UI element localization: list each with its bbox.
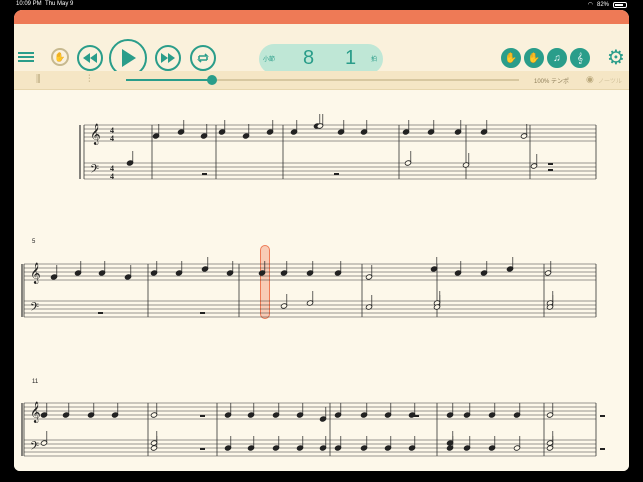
treble-clef: 𝄞 — [30, 402, 41, 423]
rest — [200, 448, 205, 450]
rewind-button[interactable] — [77, 45, 103, 71]
toolbar: ✋ 小節 8 1 拍 ✋ ✋ ♫ 𝄞 ⚙ — [14, 24, 629, 77]
bass-clef: 𝄢 — [30, 301, 39, 317]
time-signature: 4 — [110, 134, 114, 143]
play-icon — [122, 49, 136, 67]
hand-metronome-icon[interactable]: ✋ — [51, 48, 69, 66]
bass-clef: 𝄢 — [90, 163, 99, 179]
home-area — [0, 471, 643, 482]
rest — [414, 415, 419, 417]
hamburger-menu-icon[interactable] — [16, 47, 36, 67]
hand-icon[interactable]: ✋ — [501, 48, 521, 68]
rest — [548, 163, 553, 165]
measure-number: 8 — [303, 47, 315, 69]
tempo-label: 100% テンポ — [534, 79, 570, 85]
bass-clef: 𝄢 — [30, 440, 39, 456]
rest — [334, 173, 339, 175]
tempo-slider[interactable] — [126, 75, 519, 85]
treble-clef: 𝄞 — [90, 124, 101, 145]
fast-forward-button[interactable] — [155, 45, 181, 71]
rest — [200, 415, 205, 417]
battery-icon — [613, 1, 627, 8]
status-bar: 10:09 PM Thu May 9 ◠ 82% — [0, 0, 643, 10]
tempo-slider-fill — [126, 79, 213, 81]
rewind-icon — [83, 53, 97, 63]
time-signature: 4 — [110, 172, 114, 181]
loop-button[interactable] — [190, 45, 216, 71]
hide-label[interactable]: ノーツル — [598, 76, 622, 85]
gear-icon[interactable]: ⚙ — [604, 45, 628, 69]
rest — [600, 448, 605, 450]
rest — [202, 173, 207, 175]
wifi-icon: ◠ — [587, 2, 593, 8]
clef-icon[interactable]: 𝄞 — [570, 48, 590, 68]
beat-label: 拍 — [371, 57, 378, 63]
app-window: ✋ 小節 8 1 拍 ✋ ✋ ♫ 𝄞 ⚙ ⫼ ⫶ 100% テンポ ◉ ノーツル… — [14, 10, 629, 471]
music-note-icon[interactable]: ♫ — [547, 48, 567, 68]
header-strip — [14, 10, 629, 24]
fast-forward-icon — [161, 53, 175, 63]
score-canvas: 𝄞𝄢𝄞𝄢𝄞𝄢4444 — [21, 114, 605, 457]
tempo-slider-knob[interactable] — [207, 75, 218, 85]
sheet-music[interactable]: 5 11 𝄞 𝄢 𝄞 𝄢 𝄞 𝄢 4 4 4 4 — [14, 90, 629, 471]
eye-icon[interactable]: ◉ — [586, 74, 594, 85]
status-time-date: 10:09 PM Thu May 9 — [16, 1, 74, 7]
rest — [98, 312, 103, 314]
loop-icon — [197, 53, 209, 63]
sub-toolbar: ⫼ ⫶ 100% テンポ ◉ ノーツル — [14, 71, 629, 90]
hand-right-icon[interactable]: ✋ — [524, 48, 544, 68]
beat-number: 1 — [345, 47, 357, 69]
piano-keys-icon[interactable]: ⫼ — [36, 74, 41, 85]
rest — [548, 169, 553, 171]
battery-percent: 82% — [596, 1, 609, 8]
rest — [600, 415, 605, 417]
measure-label: 小節 — [263, 57, 276, 63]
rest — [200, 312, 205, 314]
measure-beat-counter[interactable]: 小節 8 1 拍 — [259, 44, 383, 74]
mixer-icon[interactable]: ⫶ — [88, 74, 91, 85]
treble-clef: 𝄞 — [30, 263, 41, 284]
